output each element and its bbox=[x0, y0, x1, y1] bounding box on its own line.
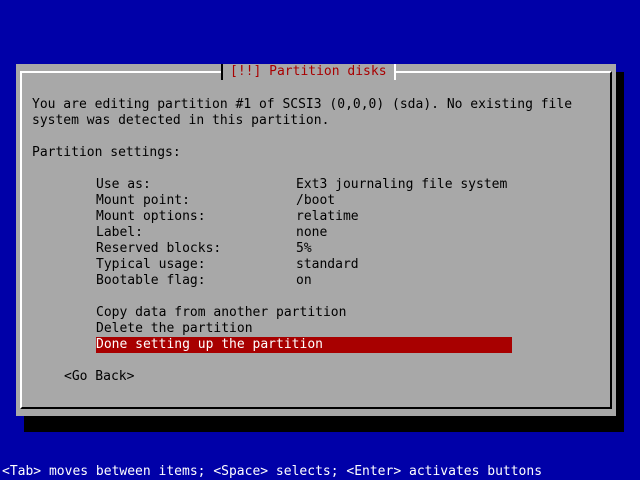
dialog-title: [!!] Partition disks bbox=[221, 64, 396, 80]
setting-bootable-flag[interactable]: Bootable flag: bbox=[96, 273, 206, 289]
setting-reserved-blocks-value: 5% bbox=[296, 241, 312, 256]
setting-label[interactable]: Label: bbox=[96, 225, 143, 241]
setting-bootable-flag-value: on bbox=[296, 273, 312, 288]
setting-mount-point[interactable]: Mount point: bbox=[96, 193, 190, 209]
action-done-setting-up[interactable]: Done setting up the partition bbox=[96, 337, 512, 353]
setting-mount-options-value: relatime bbox=[296, 209, 359, 224]
intro-line-1: You are editing partition #1 of SCSI3 (0… bbox=[32, 97, 573, 112]
setting-typical-usage-value: standard bbox=[296, 257, 359, 272]
setting-label-value: none bbox=[296, 225, 328, 240]
setting-mount-point-value: /boot bbox=[296, 193, 336, 208]
setting-reserved-blocks[interactable]: Reserved blocks: bbox=[96, 241, 221, 257]
setting-mount-options[interactable]: Mount options: bbox=[96, 209, 206, 225]
settings-header: Partition settings: bbox=[32, 145, 181, 160]
setting-typical-usage[interactable]: Typical usage: bbox=[96, 257, 206, 273]
setting-use-as[interactable]: Use as: bbox=[96, 177, 151, 193]
go-back-button[interactable]: <Go Back> bbox=[64, 369, 134, 385]
setting-use-as-value: Ext3 journaling file system bbox=[296, 177, 508, 192]
action-delete-partition[interactable]: Delete the partition bbox=[96, 321, 253, 337]
action-copy-data[interactable]: Copy data from another partition bbox=[96, 305, 346, 321]
status-bar: <Tab> moves between items; <Space> selec… bbox=[2, 464, 543, 479]
intro-line-2: system was detected in this partition. bbox=[32, 113, 330, 128]
